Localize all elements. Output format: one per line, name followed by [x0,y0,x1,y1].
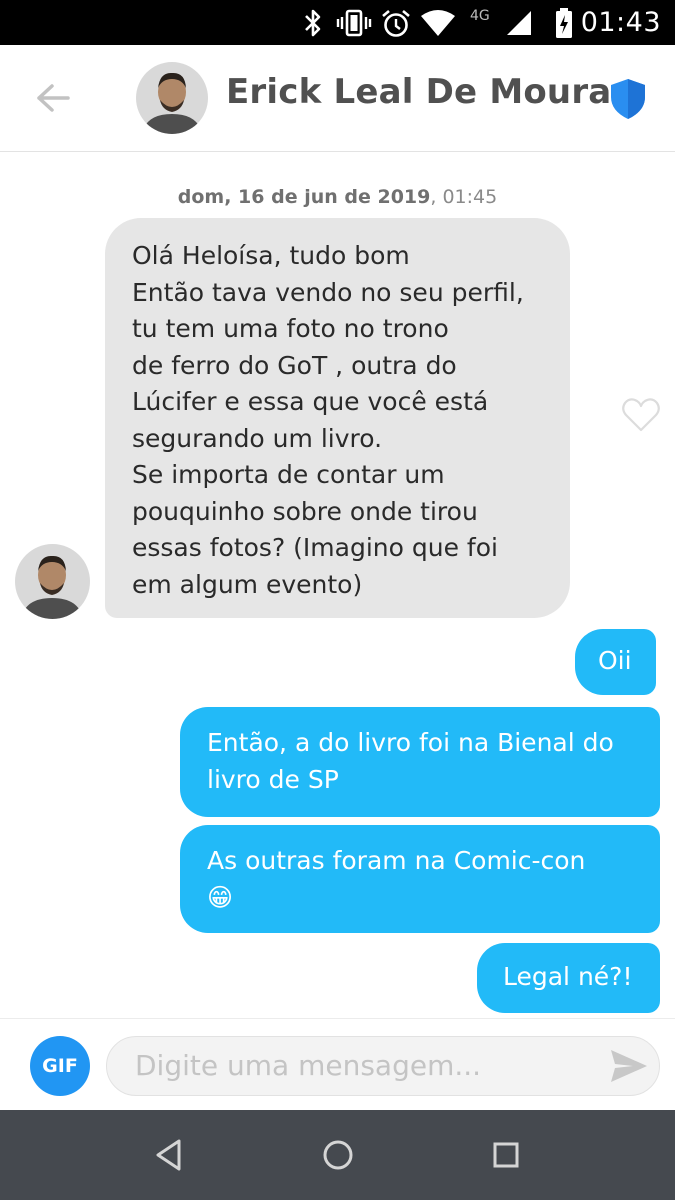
battery-icon [552,0,576,45]
message-line: Oii [598,646,632,675]
status-time: 01:43 [580,7,661,38]
avatar[interactable] [136,62,208,134]
vibrate-icon [336,0,372,45]
back-button[interactable] [30,75,76,121]
message-input-placeholder: Digite uma mensagem... [135,1049,482,1082]
message-line: tu tem uma foto no trono [132,314,449,343]
heart-icon [622,398,660,432]
message-line: Lúcifer e essa que você está [132,387,489,416]
arrow-left-icon [37,84,70,112]
network-type: 4G [470,8,490,24]
incoming-message[interactable]: Olá Heloísa, tudo bom Então tava vendo n… [105,218,570,618]
message-line: livro de SP [207,764,339,794]
message-line: Olá Heloísa, tudo bom [132,241,410,270]
nav-back-button[interactable] [148,1134,190,1176]
cell-signal-icon [505,0,533,45]
send-icon [611,1050,647,1082]
outgoing-message[interactable]: Legal né?! [477,943,660,1013]
message-composer: GIF Digite uma mensagem... [0,1018,675,1110]
safety-shield-button[interactable] [608,78,648,120]
alarm-icon [380,0,412,45]
sender-avatar[interactable] [15,544,90,619]
message-line: pouquinho sobre onde tirou [132,496,478,526]
nav-home-button[interactable] [317,1134,359,1176]
like-message-button[interactable] [622,398,660,432]
message-line: As outras foram na Comic-con [207,846,586,875]
timestamp-date: dom, 16 de jun de 2019 [177,186,431,208]
message-input[interactable]: Digite uma mensagem... [106,1036,660,1096]
timestamp-time: , 01:45 [430,186,498,208]
message-line: de ferro do GoT , outra do [132,350,457,380]
contact-name[interactable]: Erick Leal De Moura [226,72,611,112]
wifi-icon [420,0,456,45]
system-nav-bar [0,1110,675,1200]
message-line: Então tava vendo no seu perfil, [132,277,524,307]
send-button[interactable] [609,1047,649,1085]
chat-header: Erick Leal De Moura [0,45,675,152]
home-circle-icon [323,1140,353,1170]
message-timestamp: dom, 16 de jun de 2019, 01:45 [0,186,675,208]
message-line: Então, a do livro foi na Bienal do [207,728,614,757]
outgoing-message[interactable]: Oii [575,629,656,695]
message-line: em algum evento) [132,569,363,599]
nav-recents-button[interactable] [485,1134,527,1176]
outgoing-message[interactable]: As outras foram na Comic-con 😁 [180,825,660,933]
message-line: segurando um livro. [132,423,383,453]
message-line: Se importa de contar um [132,460,445,489]
bluetooth-icon [298,0,328,45]
outgoing-message[interactable]: Então, a do livro foi na Bienal do livro… [180,707,660,817]
back-triangle-icon [156,1139,181,1171]
shield-icon [611,79,645,119]
gif-button[interactable]: GIF [30,1036,90,1096]
message-line: essas fotos? (Imagino que foi [132,533,498,562]
message-line: Legal né?! [503,962,633,991]
message-list[interactable]: dom, 16 de jun de 2019, 01:45 Olá Heloís… [0,152,675,1018]
status-bar: 4G 01:43 [0,0,675,45]
emoji: 😁 [207,882,234,912]
recents-square-icon [493,1142,519,1168]
